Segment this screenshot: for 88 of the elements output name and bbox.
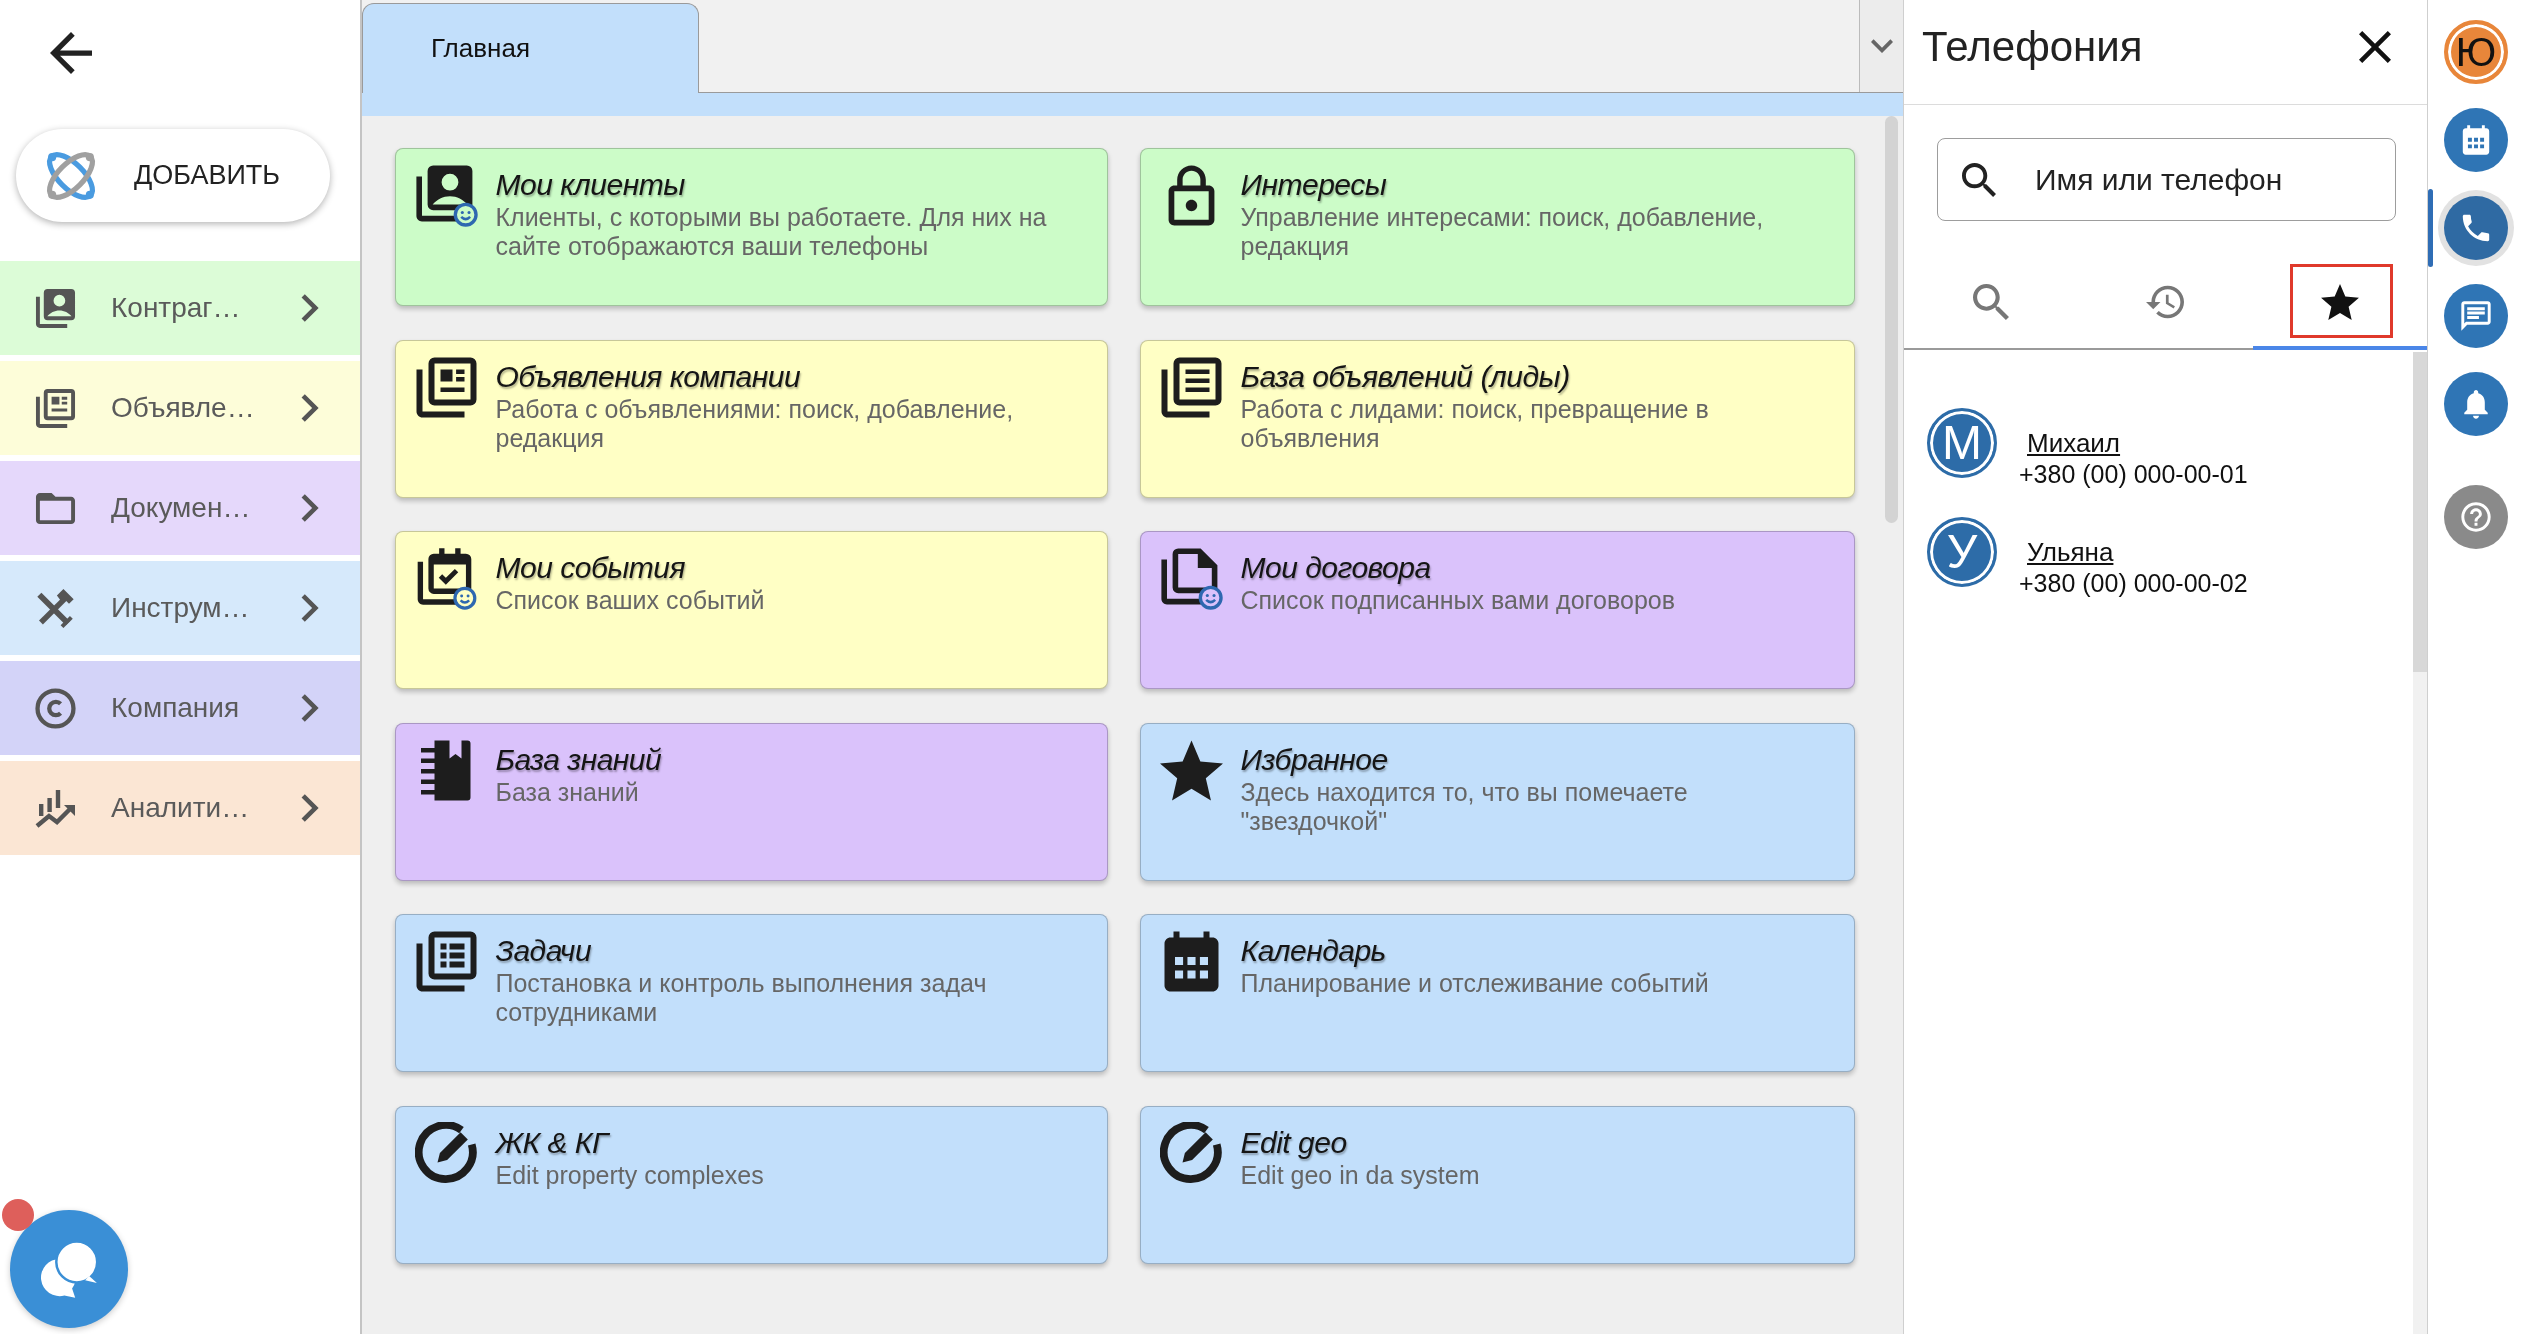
card-description: Планирование и отслеживание событий [1240, 969, 1709, 999]
nav-item[interactable]: Контраг… [0, 261, 360, 355]
nav-item[interactable]: Аналити… [0, 761, 360, 855]
nav-item[interactable]: Докумен… [0, 461, 360, 555]
star-icon [2320, 284, 2359, 320]
card-description: Управление интересами: поиск, добавление, редакция [1240, 203, 1765, 261]
card-description: Edit geo in da system [1240, 1160, 1480, 1190]
menu-card[interactable]: Объявления компании Работа с объявлениями: поиск, добавление, редакция [395, 339, 1108, 498]
card-description: Постановка и контроль выполнения задач сотрудниками [495, 969, 988, 1028]
card-description: Работа с объявлениями: поиск, добавление, редакция [495, 394, 1015, 453]
card-title: Интересы [1240, 167, 1387, 203]
contacts-icon [35, 287, 76, 329]
chevron-right-icon [300, 693, 320, 723]
task-list-icon [414, 930, 478, 994]
chevron-right-icon [300, 793, 320, 823]
card-title: Календарь [1240, 933, 1386, 970]
card-title: Объявления компании [495, 358, 801, 395]
caret-icon [1870, 39, 1893, 53]
history-icon [2146, 284, 2185, 320]
edit-icon [1159, 1121, 1223, 1185]
contact-avatar: У [1927, 517, 1997, 587]
copyright-icon [35, 687, 76, 729]
card-title: Мои договора [1240, 550, 1431, 587]
search-icon [1972, 284, 2011, 320]
chevron-right-icon [300, 393, 320, 423]
menu-card[interactable]: Задачи Постановка и контроль выполнения задач сотрудниками [395, 914, 1108, 1073]
menu-card[interactable]: Мои договора Список подписанных вами договоров [1140, 531, 1855, 690]
card-title: Мои события [495, 550, 686, 587]
card-title: Избранное [1240, 741, 1388, 778]
user-avatar[interactable]: Ю [2444, 20, 2508, 84]
card-title: База знаний [495, 741, 662, 778]
tools-icon [35, 587, 76, 629]
card-title: Edit geo [1240, 1124, 1347, 1161]
card-title: Задачи [495, 933, 592, 970]
scrollbar-thumb[interactable] [1885, 116, 1898, 523]
document-list-icon [1159, 355, 1223, 419]
nav-item[interactable]: Компания [0, 661, 360, 755]
card-description: База знаний [495, 777, 639, 807]
newspaper-stack-icon [414, 355, 478, 419]
card-description: Edit property complexes [495, 1160, 764, 1190]
chat-bubbles-icon [38, 1240, 100, 1298]
menu-card[interactable]: Мои события Список ваших событий [395, 531, 1108, 690]
card-description: Работа с лидами: поиск, превращение в объявления [1240, 394, 1710, 453]
edit-icon [414, 1121, 478, 1185]
close-icon[interactable] [2359, 31, 2391, 63]
card-title: База объявлений (лиды) [1240, 358, 1570, 395]
contact-phone: +380 (00) 000-00-02 [2019, 568, 2248, 599]
menu-card[interactable]: Избранное Здесь находится то, что вы помечаете "звездочкой" [1140, 722, 1855, 881]
chevron-right-icon [300, 493, 320, 523]
contacts-icon [414, 164, 478, 227]
calendar-icon [2444, 108, 2508, 172]
nav-item[interactable]: Инструм… [0, 561, 360, 655]
card-description: Список подписанных вами договоров [1240, 586, 1675, 616]
chevron-right-icon [300, 593, 320, 623]
card-title: Мои клиенты [495, 167, 685, 203]
help-icon [2444, 485, 2508, 549]
search-icon [1962, 162, 1996, 197]
back-arrow-icon[interactable] [50, 31, 92, 74]
menu-card[interactable]: Мои клиенты Клиенты, с которыми вы работаете. Для них на сайте отображаются ваши телефоны [395, 148, 1108, 306]
contact-name-link[interactable]: Михаил [2027, 428, 2121, 458]
panel-title: Телефония [1922, 23, 2143, 71]
contact-phone: +380 (00) 000-00-01 [2019, 459, 2248, 490]
dropdown-button[interactable] [1859, 0, 1903, 92]
tab[interactable]: Главная [362, 2, 699, 94]
menu-card[interactable]: Интересы Управление интересами: поиск, добавление, редакция [1140, 148, 1855, 306]
analytics-icon [35, 787, 76, 829]
star-icon [1159, 738, 1223, 802]
card-description: Здесь находится то, что вы помечаете "звездочкой" [1240, 777, 1689, 836]
nav-item[interactable]: Объявле… [0, 361, 360, 455]
menu-card[interactable]: Календарь Планирование и отслеживание событий [1140, 914, 1855, 1073]
card-description: Клиенты, с которыми вы работаете. Для них на сайте отображаются ваши телефоны [495, 203, 1048, 261]
card-title: ЖК & КГ [495, 1124, 608, 1161]
bell-icon [2444, 372, 2508, 436]
menu-card[interactable]: База знаний База знаний [395, 722, 1108, 881]
menu-card[interactable]: Edit geo Edit geo in da system [1140, 1105, 1855, 1264]
phone-icon [2444, 196, 2508, 260]
newspaper-stack-icon [35, 387, 76, 429]
contact-avatar: М [1927, 408, 1997, 478]
add-button[interactable]: ДОБАВИТЬ [16, 129, 330, 222]
search-field[interactable]: Имя или телефон [1937, 138, 2396, 221]
menu-card[interactable]: База объявлений (лиды) Работа с лидами: поиск, превращение в объявления [1140, 339, 1855, 498]
card-description: Список ваших событий [495, 586, 765, 616]
chevron-right-icon [300, 293, 320, 323]
scrollbar-thumb[interactable] [2413, 352, 2427, 672]
menu-card[interactable]: ЖК & КГ Edit property complexes [395, 1105, 1108, 1264]
contact-name-link[interactable]: Ульяна [2027, 537, 2114, 567]
chat-icon [2444, 284, 2508, 348]
documents-icon [1159, 547, 1223, 611]
